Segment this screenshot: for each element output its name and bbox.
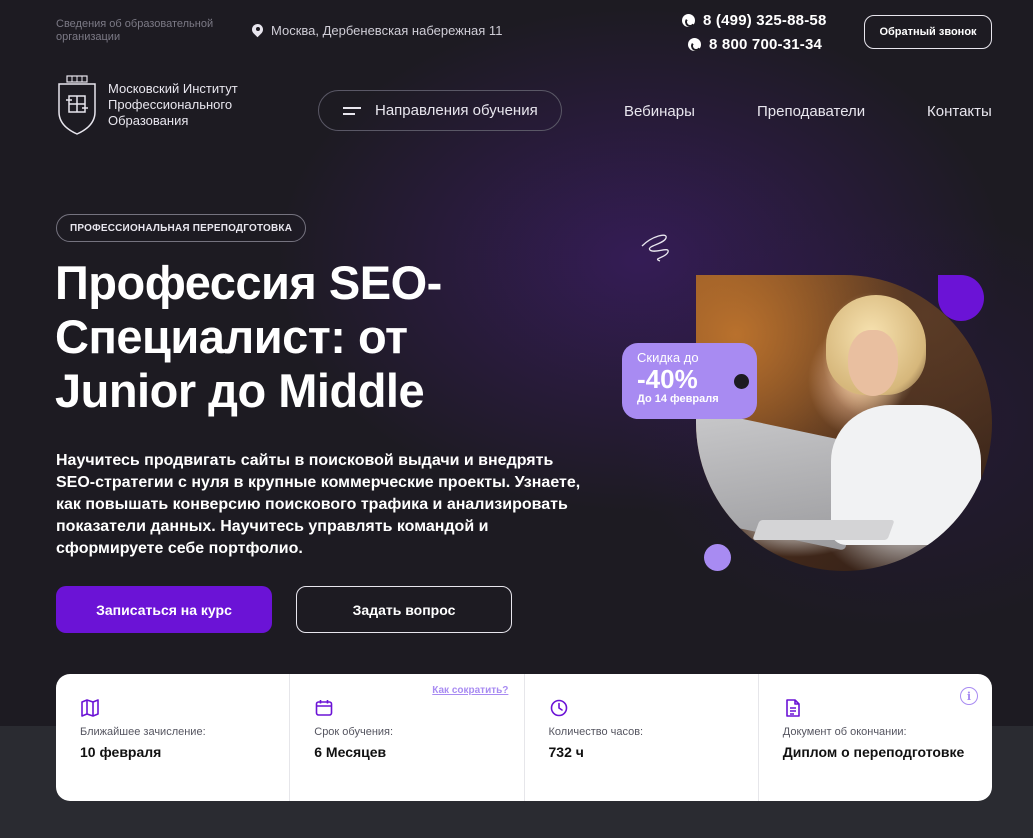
discount-badge: Скидка до -40% До 14 февраля [622,343,757,419]
logo[interactable]: Московский Институт Профессионального Об… [56,74,258,136]
program-badge: ПРОФЕССИОНАЛЬНАЯ ПЕРЕПОДГОТОВКА [56,214,307,242]
course-description: Научитесь продвигать сайты в поисковой в… [56,452,581,557]
info-label: Срок обучения: [314,726,394,738]
clock-icon [550,699,567,717]
phone-icon [688,38,701,51]
phone-number-1: 8 (499) 325-88-58 [703,12,827,29]
enroll-button[interactable]: Записаться на курс [56,586,272,633]
info-icon[interactable]: i [960,687,978,705]
phone-icon [682,14,695,27]
shield-logo-icon [58,75,96,135]
logo-text: Московский Институт Профессионального Об… [108,81,238,128]
info-label: Документ об окончании: [782,726,907,738]
squiggle-decoration-icon [641,234,669,262]
decoration-dot [704,544,731,571]
phone-number-2: 8 800 700-31-34 [709,36,823,53]
nav-link-contacts[interactable]: Контакты [927,103,992,120]
document-icon [785,699,800,717]
course-info-card: Ближайшее зачисление: 10 февраля Срок об… [56,674,992,801]
ask-question-button[interactable]: Задать вопрос [296,586,512,633]
callback-button[interactable]: Обратный звонок [864,15,992,49]
phone-link-2[interactable]: 8 800 700-31-34 [688,36,822,53]
info-value: 10 февраля [80,744,162,760]
directions-label: Направления обучения [375,102,538,119]
info-document: Документ об окончании: Диплом о переподг… [759,674,992,801]
info-hours: Количество часов: 732 ч [525,674,759,801]
address: Москва, Дербеневская набережная 11 [252,23,502,38]
discount-label: Скидка до [637,350,699,365]
edu-info-link[interactable]: Сведения об образовательной организации [56,18,236,44]
location-pin-icon [252,24,263,38]
info-duration: Срок обучения: 6 Месяцев Как сократить? [290,674,525,801]
info-value: 6 Месяцев [314,744,387,760]
info-enrollment: Ближайшее зачисление: 10 февраля [56,674,291,801]
page-title: Профессия SEO-Специалист: от Junior до M… [55,256,442,417]
student-photo [696,275,992,571]
nav-link-webinars[interactable]: Вебинары [624,103,695,120]
discount-dot [734,374,749,389]
info-value: Диплом о переподготовке [782,744,965,760]
directions-button[interactable]: Направления обучения [318,90,562,131]
nav-link-teachers[interactable]: Преподаватели [757,103,865,120]
map-icon [81,699,99,717]
info-label: Ближайшее зачисление: [80,726,206,738]
calendar-icon [315,700,333,716]
phone-link-1[interactable]: 8 (499) 325-88-58 [682,12,826,29]
discount-until: До 14 февраля [637,393,719,405]
decoration-shape [938,275,984,321]
info-value: 732 ч [548,744,584,760]
menu-icon [343,106,361,115]
info-label: Количество часов: [548,726,644,738]
shorten-link[interactable]: Как сократить? [432,685,508,696]
address-text: Москва, Дербеневская набережная 11 [271,23,503,38]
